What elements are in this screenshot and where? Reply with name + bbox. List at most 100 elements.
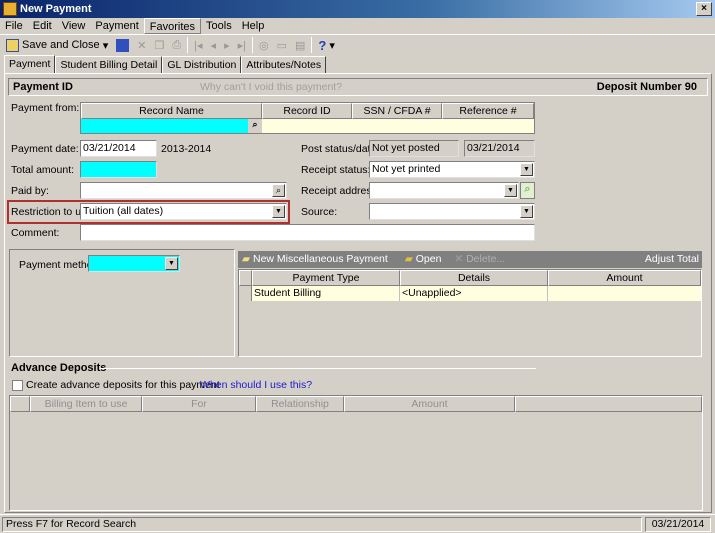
total-amount-input[interactable] bbox=[80, 161, 157, 178]
row-header bbox=[239, 270, 252, 286]
row-selector[interactable] bbox=[239, 286, 252, 301]
divider bbox=[100, 368, 536, 369]
delete-button[interactable]: ✕ bbox=[135, 36, 148, 54]
payment-date-label: Payment date: bbox=[11, 143, 79, 155]
col-payment-type: Payment Type bbox=[252, 270, 400, 286]
col-billing-item: Billing Item to use bbox=[30, 396, 142, 412]
chevron-down-icon[interactable]: ▼ bbox=[520, 163, 533, 176]
last-record-button[interactable]: ▸| bbox=[236, 36, 248, 54]
source-label: Source: bbox=[301, 206, 338, 218]
col-details: Details bbox=[400, 270, 548, 286]
status-date: 03/21/2014 bbox=[645, 517, 711, 532]
tab-attributes-notes[interactable]: Attributes/Notes bbox=[241, 56, 327, 73]
save-and-close-button[interactable]: Save and Close ▾ bbox=[4, 36, 110, 54]
menu-tools[interactable]: Tools bbox=[201, 18, 237, 34]
restriction-select[interactable]: Tuition (all dates) ▼ bbox=[80, 203, 287, 220]
comment-input[interactable] bbox=[80, 224, 535, 241]
window-title: New Payment bbox=[20, 3, 92, 15]
col-reference: Reference # bbox=[442, 103, 534, 119]
delete-button[interactable]: Delete... bbox=[466, 253, 505, 265]
close-button[interactable]: × bbox=[696, 2, 712, 16]
receipt-status-label: Receipt status: bbox=[301, 164, 371, 176]
cell-payment-type[interactable]: Student Billing bbox=[252, 286, 400, 301]
copy-icon: ❐ bbox=[154, 39, 165, 52]
menu-favorites[interactable]: Favorites bbox=[143, 18, 202, 34]
payment-from-grid: Record Name Record ID SSN / CFDA # Refer… bbox=[80, 102, 535, 134]
payments-grid: Payment Type Details Amount Student Bill… bbox=[238, 269, 702, 357]
source-select[interactable]: ▼ bbox=[369, 203, 535, 220]
x-icon: ✕ bbox=[137, 39, 147, 52]
menu-payment[interactable]: Payment bbox=[90, 18, 143, 34]
tab-student-billing-detail[interactable]: Student Billing Detail bbox=[55, 56, 163, 73]
print-button[interactable]: ⎙ bbox=[170, 36, 183, 54]
tab-gl-distribution[interactable]: GL Distribution bbox=[162, 56, 242, 73]
card-button[interactable]: ▭ bbox=[275, 36, 289, 54]
copy-button[interactable]: ❐ bbox=[152, 36, 166, 54]
chevron-down-icon[interactable]: ▼ bbox=[520, 205, 533, 218]
menu-help[interactable]: Help bbox=[237, 18, 270, 34]
toolbar: Save and Close ▾ ✕ ❐ ⎙ |◂ ◂ ▸ ▸| ◎ ▭ ▤ ?… bbox=[0, 34, 715, 55]
advance-deposits-grid: Billing Item to use For Relationship Amo… bbox=[9, 395, 703, 511]
adjust-total-button[interactable]: Adjust Total bbox=[645, 251, 699, 268]
receipt-address-label: Receipt address: bbox=[301, 185, 380, 197]
col-relationship: Relationship bbox=[256, 396, 344, 412]
col-ssn: SSN / CFDA # bbox=[352, 103, 442, 119]
app-icon bbox=[3, 2, 17, 16]
refresh-button[interactable]: ◎ bbox=[257, 36, 271, 54]
status-bar: Press F7 for Record Search 03/21/2014 bbox=[0, 514, 715, 533]
advance-deposit-checkbox-label[interactable]: Create advance deposits for this payment bbox=[26, 379, 220, 391]
binoculars-icon[interactable]: ⌕ bbox=[272, 184, 285, 197]
chevron-down-icon[interactable]: ▼ bbox=[504, 184, 517, 197]
tab-payment[interactable]: Payment bbox=[4, 55, 56, 73]
tools-button[interactable]: ▤ bbox=[293, 36, 307, 54]
print-icon: ⎙ bbox=[172, 38, 182, 51]
cell-amount[interactable] bbox=[548, 286, 701, 301]
chevron-down-icon[interactable]: ▼ bbox=[272, 205, 285, 218]
open-button[interactable]: Open bbox=[416, 253, 442, 265]
save-button[interactable] bbox=[114, 36, 131, 54]
refresh-icon: ◎ bbox=[259, 39, 269, 52]
table-row[interactable]: Student Billing <Unapplied> bbox=[239, 286, 701, 301]
next-icon: ▸ bbox=[224, 39, 230, 52]
delete-icon: ✕ bbox=[454, 253, 464, 265]
next-record-button[interactable]: ▸ bbox=[222, 36, 232, 54]
col-record-name: Record Name bbox=[81, 103, 262, 119]
binoculars-icon[interactable]: ⌕ bbox=[248, 119, 262, 133]
receipt-address-select[interactable]: ▼ bbox=[369, 182, 519, 199]
search-icon[interactable]: ⌕ bbox=[520, 182, 535, 199]
first-icon: |◂ bbox=[194, 39, 203, 52]
new-misc-payment-button[interactable]: New Miscellaneous Payment bbox=[253, 253, 388, 265]
menu-bar: File Edit View Payment Favorites Tools H… bbox=[0, 18, 715, 34]
post-status-label: Post status/date: bbox=[301, 143, 380, 155]
prev-record-button[interactable]: ◂ bbox=[209, 36, 219, 54]
advance-deposit-checkbox[interactable] bbox=[12, 380, 23, 391]
separator bbox=[187, 37, 189, 53]
when-to-use-link[interactable]: When should I use this? bbox=[200, 379, 312, 391]
payment-method-select[interactable]: ▼ bbox=[88, 255, 180, 272]
menu-edit[interactable]: Edit bbox=[28, 18, 57, 34]
cell-details[interactable]: <Unapplied> bbox=[400, 286, 548, 301]
record-name-input[interactable] bbox=[81, 119, 248, 133]
new-icon: ▰ bbox=[242, 253, 251, 265]
menu-view[interactable]: View bbox=[57, 18, 91, 34]
payment-date-input[interactable]: 03/21/2014 bbox=[80, 140, 157, 157]
title-bar: New Payment bbox=[0, 0, 715, 18]
last-icon: ▸| bbox=[237, 39, 246, 52]
col-amount: Amount bbox=[344, 396, 515, 412]
post-status: Not yet posted bbox=[369, 140, 459, 157]
col-record-id: Record ID bbox=[262, 103, 352, 119]
tab-strip: Payment Student Billing Detail GL Distri… bbox=[4, 55, 327, 73]
paid-by-input[interactable]: ⌕ bbox=[80, 182, 287, 199]
help-button[interactable]: ? ▾ bbox=[316, 36, 337, 54]
disk-icon bbox=[116, 38, 130, 52]
receipt-status-select[interactable]: Not yet printed ▼ bbox=[369, 161, 535, 178]
void-link[interactable]: Why can't I void this payment? bbox=[200, 81, 342, 93]
paid-by-label: Paid by: bbox=[11, 185, 49, 197]
payment-from-label: Payment from: bbox=[11, 102, 80, 114]
separator bbox=[252, 37, 253, 53]
first-record-button[interactable]: |◂ bbox=[192, 36, 204, 54]
menu-file[interactable]: File bbox=[0, 18, 28, 34]
help-icon: ? bbox=[318, 37, 327, 53]
col-blank bbox=[515, 396, 702, 412]
chevron-down-icon[interactable]: ▼ bbox=[165, 257, 178, 270]
